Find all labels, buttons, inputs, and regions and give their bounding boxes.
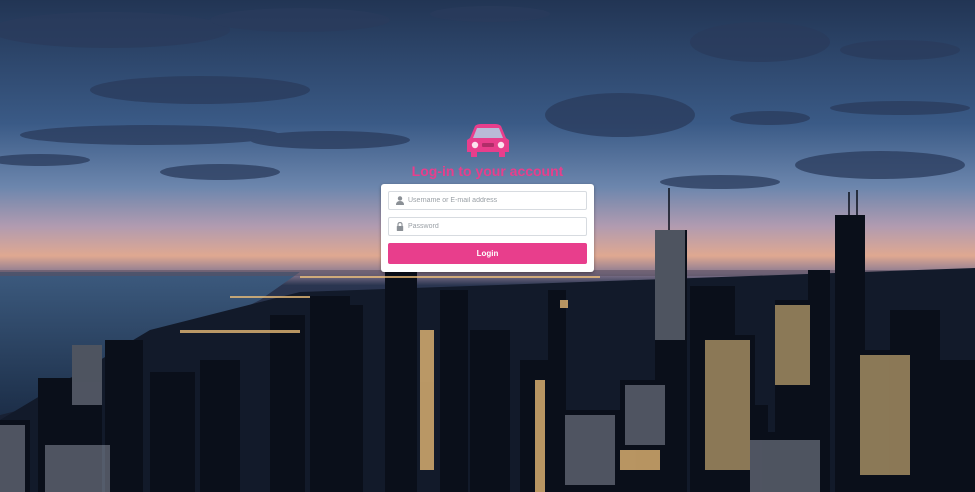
password-input[interactable]	[408, 218, 584, 235]
login-form: Login	[381, 184, 594, 272]
lock-icon	[396, 222, 404, 231]
password-field[interactable]	[388, 217, 587, 236]
login-button[interactable]: Login	[388, 243, 587, 264]
brand-header: Log-in to your account	[0, 122, 975, 179]
username-field[interactable]	[388, 191, 587, 210]
username-input[interactable]	[408, 192, 584, 209]
car-icon	[466, 124, 509, 157]
user-icon	[396, 196, 404, 205]
page-title: Log-in to your account	[411, 163, 564, 179]
